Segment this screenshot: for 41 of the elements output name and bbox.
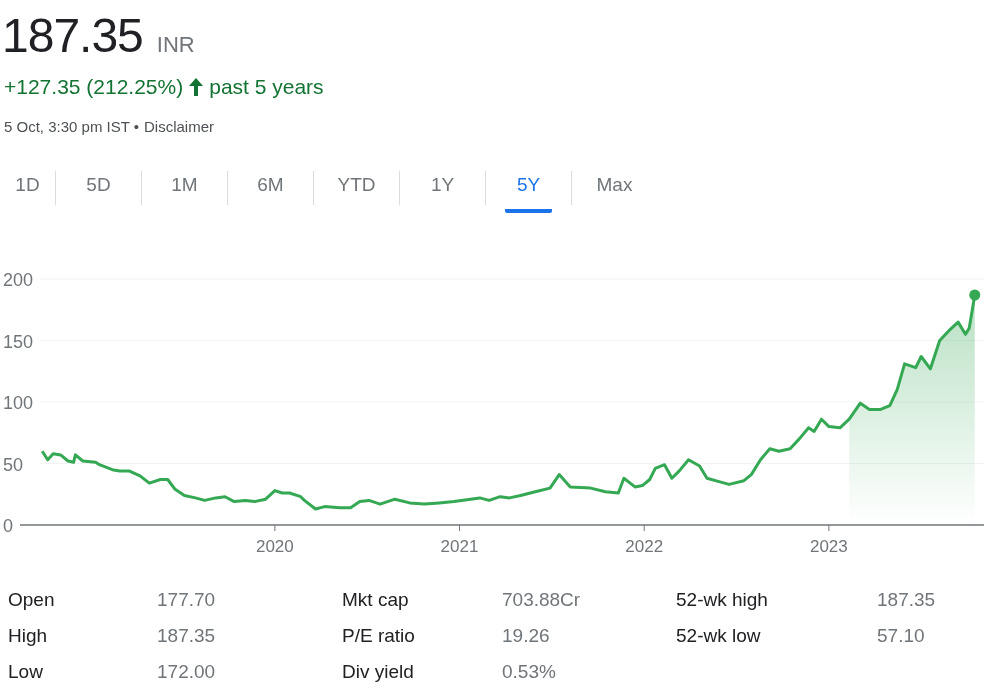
timestamp: 5 Oct, 3:30 pm IST •: [4, 117, 140, 137]
range-tab[interactable]: 5Y: [504, 162, 553, 213]
y-axis-label: 0: [3, 515, 13, 536]
stat-value: 703.88Cr: [502, 588, 582, 613]
stat-label: Open: [8, 588, 56, 613]
stock-price: 187.35: [2, 8, 143, 64]
stat-label: P/E ratio: [342, 624, 416, 649]
change-period: past 5 years: [209, 74, 324, 100]
range-tab[interactable]: 1M: [159, 162, 210, 213]
disclaimer-link[interactable]: Disclaimer: [144, 116, 215, 139]
range-tab[interactable]: 5D: [74, 162, 123, 213]
up-arrow-icon: [189, 78, 204, 96]
x-axis-label: 2022: [625, 536, 664, 556]
x-axis-label: 2023: [809, 536, 848, 556]
stat-value: 19.26: [502, 624, 551, 649]
stat-label: Low: [8, 660, 44, 685]
range-tab[interactable]: YTD: [325, 162, 388, 213]
stat-value: 57.10: [877, 624, 926, 649]
stat-label: Mkt cap: [342, 588, 410, 613]
range-tab[interactable]: 1Y: [418, 162, 467, 213]
stat-value: 0.53%: [502, 660, 557, 685]
y-axis-label: 200: [3, 269, 34, 290]
currency-label: INR: [156, 31, 195, 59]
stat-label: Div yield: [342, 660, 415, 685]
x-axis-label: 2020: [255, 536, 294, 556]
last-price-dot: [969, 289, 981, 300]
stat-label: High: [8, 624, 49, 649]
stat-value: 177.70: [157, 588, 217, 613]
price-change: +127.35 (212.25%): [4, 74, 184, 100]
stat-value: 187.35: [157, 624, 217, 649]
x-axis-label: 2021: [440, 536, 479, 556]
range-tab[interactable]: 1D: [3, 162, 52, 213]
stat-value: 172.00: [157, 660, 217, 685]
stat-label: 52-wk low: [676, 624, 762, 649]
range-tab[interactable]: 6M: [245, 162, 296, 213]
range-tab[interactable]: Max: [584, 162, 645, 213]
y-axis-label: 150: [3, 331, 34, 351]
y-axis-label: 50: [3, 454, 24, 474]
y-axis-label: 100: [3, 392, 34, 413]
stat-value: 187.35: [877, 588, 937, 613]
stat-label: 52-wk high: [676, 588, 769, 613]
